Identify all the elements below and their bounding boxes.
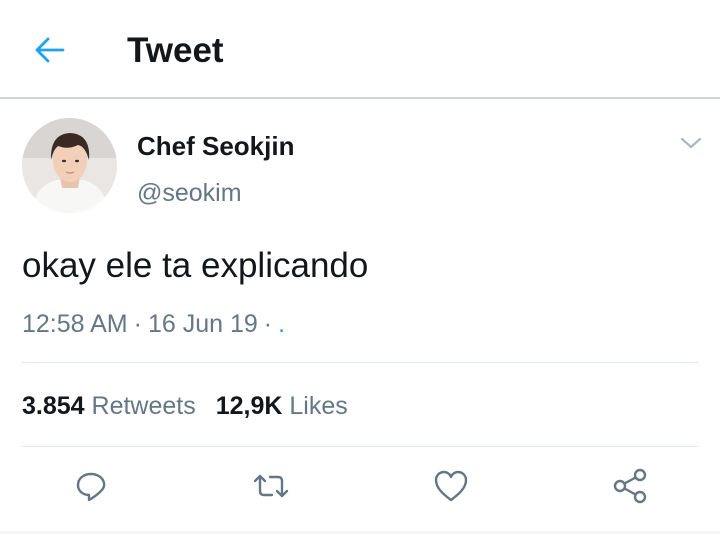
divider — [22, 362, 698, 363]
share-icon — [612, 468, 648, 509]
arrow-left-icon — [35, 37, 65, 68]
share-button[interactable] — [608, 466, 652, 510]
tweet-options-button[interactable] — [673, 130, 709, 160]
like-button[interactable] — [429, 466, 473, 510]
tweet-timestamp: 12:58 AM · 16 Jun 19 ·. — [22, 308, 285, 340]
retweet-icon — [251, 471, 291, 506]
retweets-count: 3.854 — [22, 392, 85, 420]
chevron-down-icon — [680, 136, 702, 155]
author-handle[interactable]: @seokim — [137, 177, 242, 209]
likes-stat[interactable]: 12,9K Likes — [216, 392, 348, 420]
reply-icon — [74, 469, 108, 508]
separator: · — [263, 310, 273, 338]
tweet-source-link[interactable]: . — [278, 310, 285, 338]
divider — [22, 446, 698, 447]
tweet-time: 12:58 AM — [22, 310, 128, 338]
retweets-label: Retweets — [91, 392, 196, 420]
author-name[interactable]: Chef Seokjin — [137, 130, 294, 162]
likes-count: 12,9K — [215, 392, 283, 420]
retweets-stat[interactable]: 3.854 Retweets — [22, 392, 196, 420]
avatar[interactable] — [22, 118, 117, 213]
tweet-text: okay ele ta explicando — [22, 246, 369, 285]
tweet-date: 16 Jun 19 — [147, 310, 258, 338]
back-button[interactable] — [28, 30, 72, 74]
heart-icon — [433, 469, 469, 508]
page-title: Tweet — [127, 31, 224, 70]
retweet-button[interactable] — [249, 466, 293, 510]
likes-label: Likes — [289, 392, 348, 420]
reply-button[interactable] — [69, 466, 113, 510]
tweet-stats: 3.854 Retweets 12,9K Likes — [22, 390, 348, 422]
separator: · — [133, 310, 142, 338]
top-app-bar: Tweet — [0, 0, 720, 99]
